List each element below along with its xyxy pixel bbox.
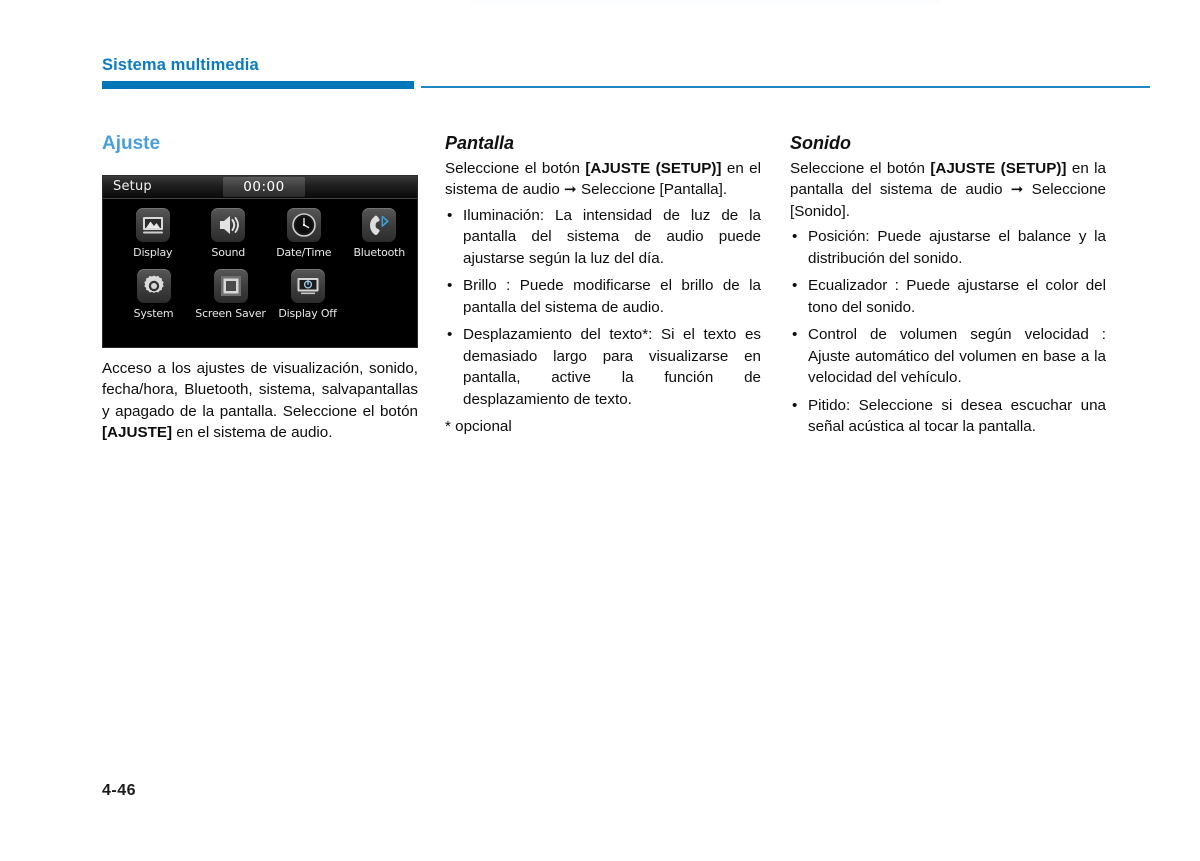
bullet-dot: • [792, 326, 798, 343]
list-item-text: Iluminación: La intensidad de luz de la … [463, 206, 761, 267]
column-right: Sonido Seleccione el botón [AJUSTE (SETU… [790, 132, 1106, 438]
sonido-intro-pre: Seleccione el botón [790, 159, 931, 177]
screensaver-icon [213, 268, 248, 303]
running-header-title: Sistema multimedia [102, 56, 259, 74]
sonido-intro-paragraph: Seleccione el botón [AJUSTE (SETUP)] en … [790, 158, 1106, 223]
pantalla-intro-bold: [AJUSTE (SETUP)] [585, 159, 722, 177]
left-body-paragraph: Acceso a los ajustes de visualización, s… [102, 358, 418, 444]
bullet-dot: • [447, 206, 453, 224]
list-item: • Iluminación: La intensidad de luz de la… [445, 205, 761, 270]
pantalla-intro-pre: Seleccione el botón [445, 159, 586, 177]
section-heading-ajuste: Ajuste [102, 133, 161, 154]
scan-artifact [470, 0, 940, 5]
left-body-text-2: en el sistema de audio. [172, 424, 333, 442]
bluetooth-phone-icon [362, 207, 397, 242]
device-icon-label: Display Off [278, 306, 337, 320]
device-icon-label: Date/Time [276, 245, 332, 259]
device-icon-label: Sound [211, 245, 246, 259]
list-item-text: Pitido: Seleccione si desea escuchar una… [808, 396, 1106, 436]
list-item: • Posición: Puede ajustarse el balance y … [790, 226, 1106, 269]
device-icon-screen-saver[interactable]: Screen Saver [192, 268, 269, 320]
header-rule-thin [421, 86, 1150, 88]
device-clock: 00:00 [243, 178, 285, 195]
device-icon-system[interactable]: System [115, 268, 192, 320]
page-number: 4-46 [102, 782, 137, 799]
left-body-bold: [AJUSTE] [102, 424, 173, 442]
sonido-intro-bold: [AJUSTE (SETUP)] [930, 159, 1067, 177]
list-item-text: Ecualizador : Puede ajustarse el color d… [808, 277, 1106, 316]
list-item-text: Brillo : Puede modificarse el brillo de … [463, 277, 761, 316]
bullet-dot: • [792, 396, 798, 414]
device-icon-display-off[interactable]: Display Off [269, 268, 346, 320]
device-icon-grid: Display Sound Date/Time Bluetooth System… [103, 200, 418, 347]
header-rule-thick [102, 81, 414, 89]
list-item-text: Posición: Puede ajustarse el balance y l… [808, 228, 1106, 267]
column-left: Ajuste Setup 00:00 Display Sound Date/Ti… [102, 132, 418, 444]
list-item-text: Desplazamiento del texto*: Si el texto e… [463, 326, 761, 408]
section-heading-pantalla: Pantalla [445, 133, 515, 153]
list-item: • Pitido: Seleccione si desea escuchar un… [790, 395, 1106, 438]
device-icon-datetime[interactable]: Date/Time [266, 207, 342, 259]
device-icon-sound[interactable]: Sound [191, 207, 267, 259]
gear-icon [136, 268, 171, 303]
device-icon-row-2: System Screen Saver Display Off [103, 268, 417, 320]
pantalla-footnote: * opcional [445, 418, 512, 435]
bullet-dot: • [447, 277, 453, 294]
speaker-icon [211, 207, 246, 242]
display-off-icon [290, 268, 325, 303]
section-heading-sonido: Sonido [790, 133, 851, 153]
setup-screen-figure: Setup 00:00 Display Sound Date/Time Blue… [102, 174, 418, 348]
bullet-dot: • [792, 228, 798, 245]
list-item: • Control de volumen según velocidad : Aj… [790, 324, 1106, 389]
device-clock-box: 00:00 [223, 176, 305, 197]
bullet-dot: • [447, 326, 453, 343]
device-screen-title: Setup [113, 178, 152, 194]
device-icon-label: System [133, 306, 174, 320]
bullet-dot: • [792, 277, 798, 294]
device-icon-bluetooth[interactable]: Bluetooth [342, 207, 418, 259]
device-icon-label: Bluetooth [353, 245, 406, 259]
clock-icon [286, 207, 321, 242]
picture-icon [135, 207, 170, 242]
list-item: • Brillo : Puede modificarse el brillo de… [445, 275, 761, 318]
device-icon-row-1: Display Sound Date/Time Bluetooth [103, 207, 418, 259]
list-item-text: Control de volumen según velocidad : Aju… [808, 326, 1106, 386]
list-item: • Ecualizador : Puede ajustarse el color … [790, 275, 1106, 318]
pantalla-intro-paragraph: Seleccione el botón [AJUSTE (SETUP)] en … [445, 158, 761, 201]
list-item: • Desplazamiento del texto*: Si el texto … [445, 324, 761, 410]
device-icon-label: Screen Saver [195, 306, 266, 320]
device-icon-display[interactable]: Display [115, 207, 191, 259]
sonido-bullet-list: • Posición: Puede ajustarse el balance y … [790, 226, 1106, 438]
column-middle: Pantalla Seleccione el botón [AJUSTE (SE… [445, 132, 761, 438]
pantalla-bullet-list: • Iluminación: La intensidad de luz de la… [445, 205, 761, 411]
left-body-text-1: Acceso a los ajustes de visualización, s… [102, 359, 418, 420]
device-titlebar: Setup 00:00 [103, 175, 417, 199]
page-header: Sistema multimedia [102, 56, 1150, 90]
device-icon-label: Display [133, 245, 173, 259]
